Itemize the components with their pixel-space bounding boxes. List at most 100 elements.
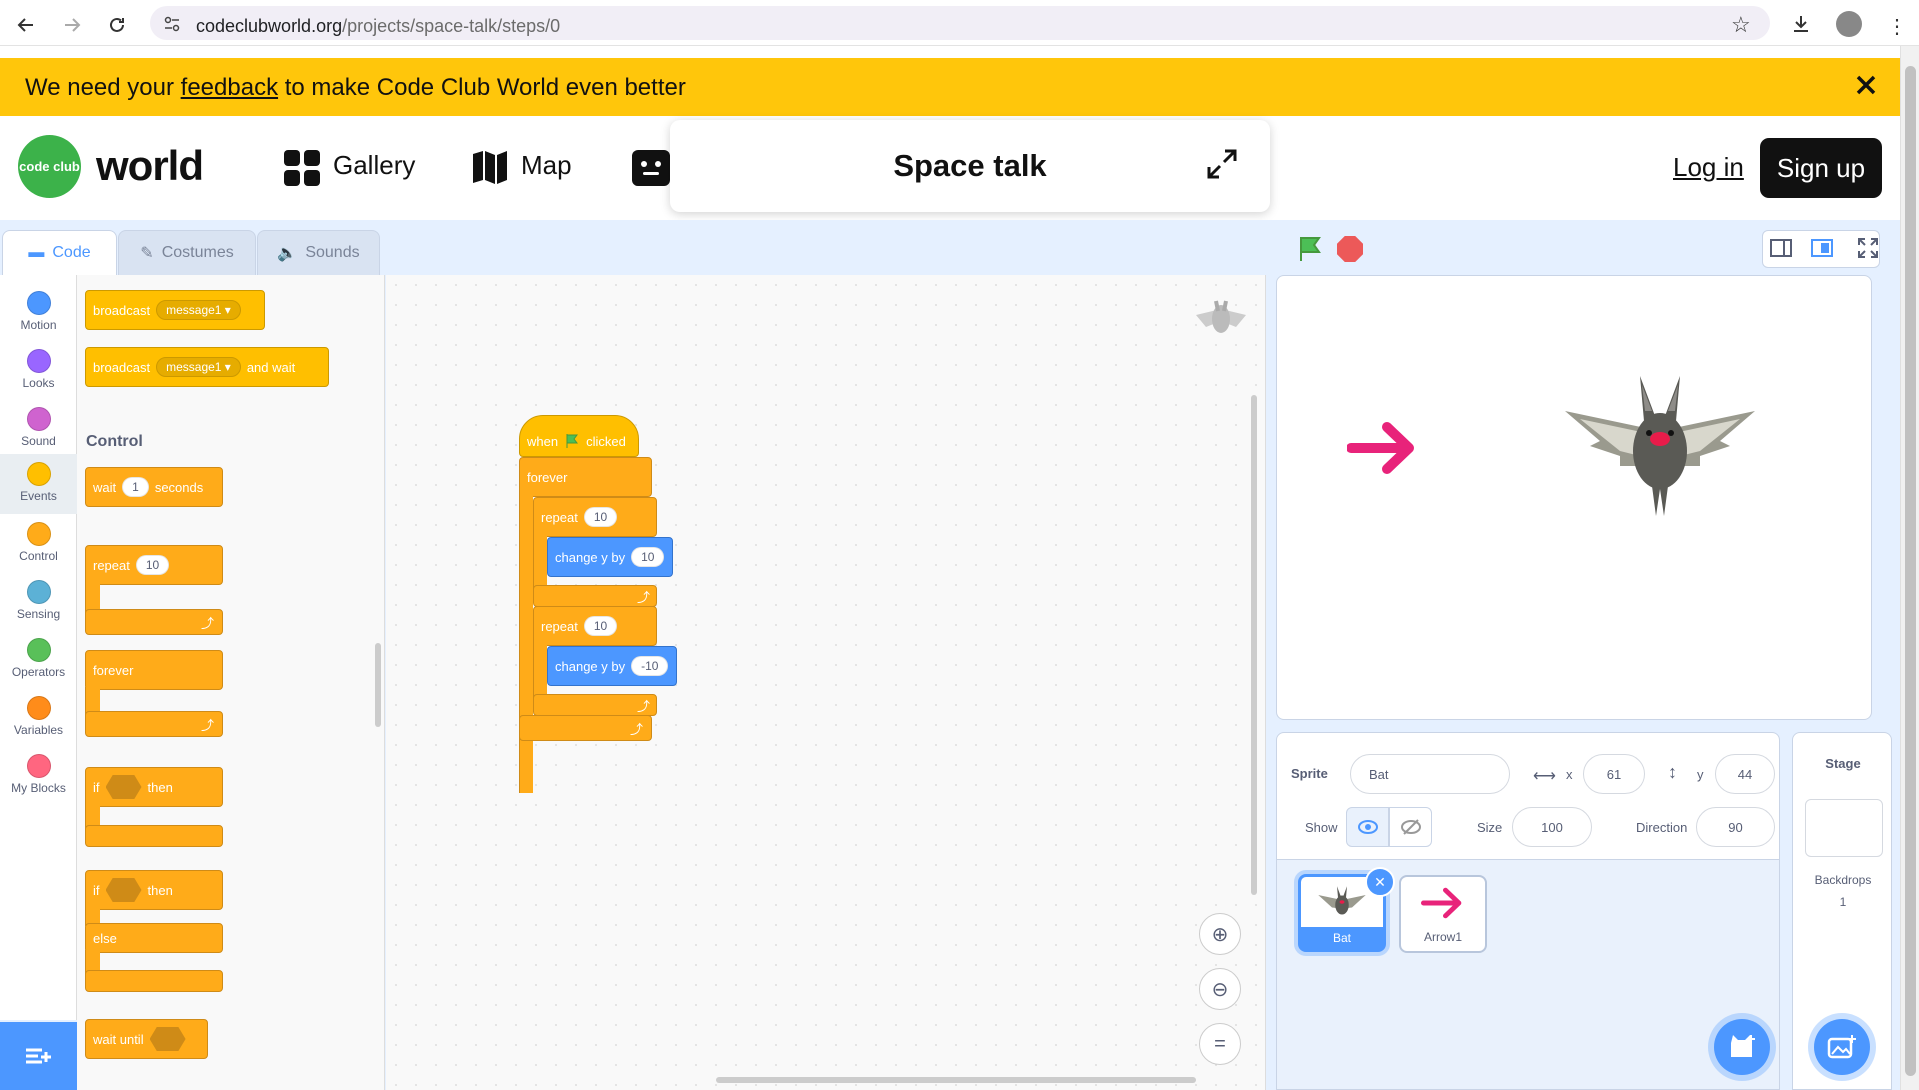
stage-canvas[interactable] [1276,275,1872,720]
back-icon[interactable] [12,11,40,39]
close-banner-icon[interactable] [1853,72,1879,103]
show-visible-button[interactable] [1346,807,1389,847]
large-stage-icon[interactable] [1811,238,1833,263]
y-input[interactable]: 44 [1715,754,1775,794]
size-input[interactable]: 100 [1512,807,1592,847]
bat-sprite[interactable] [1560,371,1760,536]
backdrop-thumbnail[interactable] [1805,799,1883,857]
category-control[interactable]: Control [0,514,77,571]
logo-wordmark[interactable]: world [96,142,204,190]
boolean-slot-3 [149,1027,186,1051]
feedback-link[interactable]: feedback [181,74,278,101]
brush-icon: ✎ [140,245,154,262]
login-link[interactable]: Log in [1673,152,1744,183]
code-club-logo[interactable]: code club [18,135,81,198]
repeat-block-1[interactable]: repeat 10 [533,497,657,537]
forever-block-script[interactable]: forever [519,457,652,497]
project-title: Space talk [893,148,1047,183]
x-input[interactable]: 61 [1583,754,1645,794]
workspace-h-scrollbar[interactable] [716,1077,1196,1083]
message-dropdown-2[interactable]: message1 ▾ [156,357,241,377]
cat-add-icon [1731,1035,1755,1057]
forward-icon[interactable] [58,11,86,39]
direction-input[interactable]: 90 [1696,807,1775,847]
category-operators[interactable]: Operators [0,630,77,687]
tab-code[interactable]: ▬ Code [2,230,117,275]
repeat-block-2[interactable]: repeat 10 [533,606,657,646]
category-variables[interactable]: Variables [0,688,77,745]
zoom-reset-icon[interactable]: = [1199,1023,1241,1065]
arrow-sprite[interactable] [1346,421,1419,480]
zoom-in-icon[interactable]: ⊕ [1199,913,1241,955]
delete-sprite-icon[interactable]: ✕ [1365,867,1395,897]
page-scrollbar[interactable] [1900,46,1919,1090]
nav-map[interactable]: Map [521,150,572,181]
broadcast-and-wait-block[interactable]: broadcast message1 ▾ and wait [85,347,329,387]
signup-button[interactable]: Sign up [1760,138,1882,198]
repeat-block-end: ⤴ [85,609,223,635]
sprite-thumb-arrow1-label: Arrow1 [1423,930,1462,944]
stop-icon[interactable] [1337,236,1363,262]
site-info-icon[interactable] [163,15,181,38]
category-my-blocks[interactable]: My Blocks [0,746,77,803]
change-y-block-2[interactable]: change y by -10 [547,646,677,686]
if-block-end [85,825,223,847]
category-motion[interactable]: Motion [0,283,77,340]
download-icon[interactable] [1790,13,1812,40]
change-y-block-1[interactable]: change y by 10 [547,537,673,577]
expand-icon[interactable] [1205,147,1239,186]
green-flag-icon [566,434,579,448]
palette-scrollbar[interactable] [375,643,381,727]
zoom-out-icon[interactable]: ⊖ [1199,968,1241,1010]
control-heading: Control [86,433,143,450]
small-stage-icon[interactable] [1770,238,1792,263]
message-dropdown[interactable]: message1 ▾ [156,300,241,320]
sprite-name-input[interactable]: Bat [1350,754,1510,794]
workspace-v-scrollbar[interactable] [1251,395,1257,895]
robot-icon[interactable] [632,150,670,186]
tab-sounds[interactable]: 🔈 Sounds [257,230,380,275]
project-title-popup: Space talk [670,120,1270,212]
when-flag-clicked-block[interactable]: when clicked [519,415,639,457]
forever-block[interactable]: forever [85,650,223,690]
speaker-icon: 🔈 [277,245,298,262]
menu-kebab-icon[interactable]: ⋮ [1887,14,1907,39]
operators-icon [26,638,51,662]
events-icon [26,462,51,486]
x-arrow-icon: ⟷ [1533,768,1556,785]
repeat-end-2: ⤴ [533,694,657,716]
tab-costumes[interactable]: ✎ Costumes [118,230,256,275]
broadcast-block[interactable]: broadcast message1 ▾ [85,290,265,330]
add-sprite-button[interactable] [1714,1019,1770,1075]
wait-until-block[interactable]: wait until [85,1019,208,1059]
code-workspace: when clicked forever repeat 10 change y by… [386,275,1266,1090]
green-flag-icon[interactable] [1297,235,1325,268]
category-sensing[interactable]: Sensing [0,572,77,629]
show-hidden-button[interactable] [1389,807,1432,847]
if-else-end [85,970,223,992]
category-events[interactable]: Events [0,454,77,514]
if-then-block[interactable]: if then [85,767,223,807]
arrow-thumbnail [1421,887,1462,919]
repeat-block[interactable]: repeat 10 [85,545,223,585]
bookmark-star-icon[interactable]: ☆ [1731,12,1751,38]
wait-block[interactable]: wait 1 seconds [85,467,223,507]
add-extension-button[interactable] [0,1022,77,1090]
category-looks[interactable]: Looks [0,341,77,398]
profile-avatar[interactable] [1836,11,1862,37]
sprite-thumb-arrow1[interactable]: Arrow1 [1399,875,1487,953]
if-else-block[interactable]: if then [85,870,223,910]
add-backdrop-button[interactable] [1814,1019,1870,1075]
url-text[interactable]: codeclubworld.org/projects/space-talk/st… [196,16,560,37]
y-arrow-icon: ↕ [1668,762,1677,782]
forever-block-end: ⤴ [85,711,223,737]
fullscreen-icon[interactable] [1857,237,1879,264]
reload-icon[interactable] [103,11,131,39]
map-icon [472,150,508,189]
nav-gallery[interactable]: Gallery [333,150,415,181]
control-icon [26,522,51,546]
show-label: Show [1305,820,1338,835]
sprite-watermark [1192,297,1250,348]
eye-slash-icon [1400,819,1421,835]
category-sound[interactable]: Sound [0,399,77,456]
